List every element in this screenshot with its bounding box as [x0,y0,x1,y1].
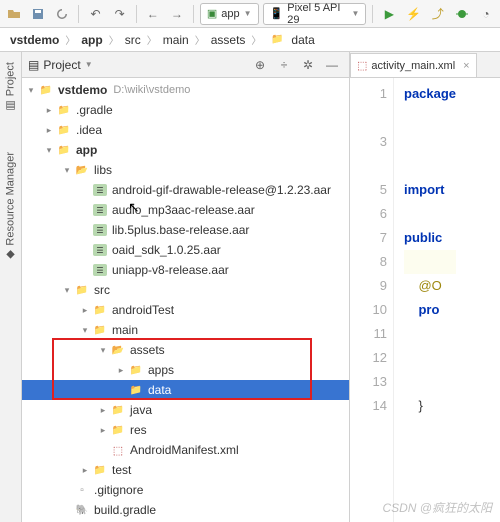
line-gutter: 1 3 5 6 7 8 9 10 11 12 13 14 [350,78,394,522]
tool-window-strip: ▤Project ◆Resource Manager [0,52,22,522]
chevron-down-icon: ▼ [351,9,359,18]
tree-root[interactable]: 📁vstdemoD:\wiki\vstdemo [22,80,349,100]
breadcrumb-item[interactable]: assets [207,31,250,49]
phone-icon: 📱 [270,7,284,20]
project-tree[interactable]: 📁vstdemoD:\wiki\vstdemo 📁.gradle 📁.idea … [22,78,349,522]
file-tab[interactable]: ⬚ activity_main.xml × [350,53,477,77]
xml-file-icon: ⬚ [357,59,367,72]
device-selector[interactable]: 📱 Pixel 5 API 29 ▼ [263,3,367,25]
code-token: @O [418,278,441,293]
breadcrumb-item[interactable]: app [77,31,106,49]
debug-button[interactable] [452,3,472,25]
instant-run-icon[interactable]: ⤴ [428,3,448,25]
editor-tabs: ⬚ activity_main.xml × [350,52,500,78]
tree-node-res[interactable]: 📁res [22,420,349,440]
project-pane: ▤ Project ▼ ⊕ ÷ ✲ — 📁vstdemoD:\wiki\vstd… [22,52,350,522]
breadcrumb-item[interactable]: vstdemo [6,31,63,49]
tree-node-lib[interactable]: ☰audio_mp3aac-release.aar [22,200,349,220]
apply-changes-icon[interactable]: ⚡ [403,3,423,25]
breadcrumb-item[interactable]: src [121,31,145,49]
undo-icon[interactable]: ↶ [85,3,105,25]
profile-icon[interactable]: ◔ [476,3,496,25]
tree-node-idea[interactable]: 📁.idea [22,120,349,140]
project-tool-tab[interactable]: ▤Project [4,62,17,112]
forward-icon[interactable]: → [167,3,187,25]
tree-node-lib[interactable]: ☰lib.5plus.base-release.aar [22,220,349,240]
breadcrumb-item[interactable]: 📁data [263,31,318,49]
tree-node-libs[interactable]: 📂libs [22,160,349,180]
code-token: } [418,398,422,413]
project-icon: ▤ [28,58,39,72]
close-icon[interactable]: × [463,60,469,72]
file-tab-label: activity_main.xml [371,60,455,72]
open-icon[interactable] [4,3,24,25]
run-config-selector[interactable]: ▣ app ▼ [200,3,259,25]
tree-node-assets[interactable]: 📂assets [22,340,349,360]
project-pane-header: ▤ Project ▼ ⊕ ÷ ✲ — [22,52,349,78]
project-view-selector[interactable]: ▤ Project ▼ [28,58,243,72]
code-area[interactable]: package import public @O pro } [394,78,456,522]
editor-body[interactable]: 1 3 5 6 7 8 9 10 11 12 13 14 package imp… [350,78,500,522]
code-token: public [404,230,442,245]
tree-node-data[interactable]: 📁data [22,380,349,400]
settings-icon[interactable]: ✲ [297,54,319,76]
tree-node-lib[interactable]: ☰uniapp-v8-release.aar [22,260,349,280]
tree-node-gradle[interactable]: 📁.gradle [22,100,349,120]
tree-node-apps[interactable]: 📁apps [22,360,349,380]
pane-title-label: Project [43,58,80,72]
resource-manager-tab[interactable]: ◆Resource Manager [4,152,17,262]
run-button[interactable]: ▶ [379,3,399,25]
tree-node-src[interactable]: 📁src [22,280,349,300]
tree-node-gitignore[interactable]: ▫.gitignore [22,480,349,500]
tree-node-main[interactable]: 📁main [22,320,349,340]
tree-node-manifest[interactable]: ⬚AndroidManifest.xml [22,440,349,460]
locate-icon[interactable]: ⊕ [249,54,271,76]
tree-node-androidtest[interactable]: 📁androidTest [22,300,349,320]
editor-pane: ⬚ activity_main.xml × 1 3 5 6 7 8 9 10 1… [350,52,500,522]
tree-node-buildgradle[interactable]: 🐘build.gradle [22,500,349,520]
hide-icon[interactable]: — [321,54,343,76]
tree-node-test[interactable]: 📁test [22,460,349,480]
android-icon: ▣ [207,7,217,20]
save-icon[interactable] [28,3,48,25]
chevron-down-icon: ▼ [85,60,93,69]
breadcrumb-item[interactable]: main [159,31,193,49]
tree-node-java[interactable]: 📁java [22,400,349,420]
breadcrumb: vstdemo〉 app〉 src〉 main〉 assets〉 📁data [0,28,500,52]
run-config-label: app [221,8,239,20]
code-token: import [404,182,444,197]
chevron-down-icon: ▼ [244,9,252,18]
tree-node-lib[interactable]: ☰android-gif-drawable-release@1.2.23.aar [22,180,349,200]
code-token: pro [418,302,439,317]
watermark: CSDN @疯狂的太阳 [382,499,492,516]
tree-node-app[interactable]: 📁app [22,140,349,160]
redo-icon[interactable]: ↷ [110,3,130,25]
tree-node-lib[interactable]: ☰oaid_sdk_1.0.25.aar [22,240,349,260]
sync-icon[interactable] [52,3,72,25]
device-label: Pixel 5 API 29 [287,2,347,26]
code-token: package [404,86,456,101]
back-icon[interactable]: ← [143,3,163,25]
main-toolbar: ↶ ↷ ← → ▣ app ▼ 📱 Pixel 5 API 29 ▼ ▶ ⚡ ⤴… [0,0,500,28]
expand-icon[interactable]: ÷ [273,54,295,76]
